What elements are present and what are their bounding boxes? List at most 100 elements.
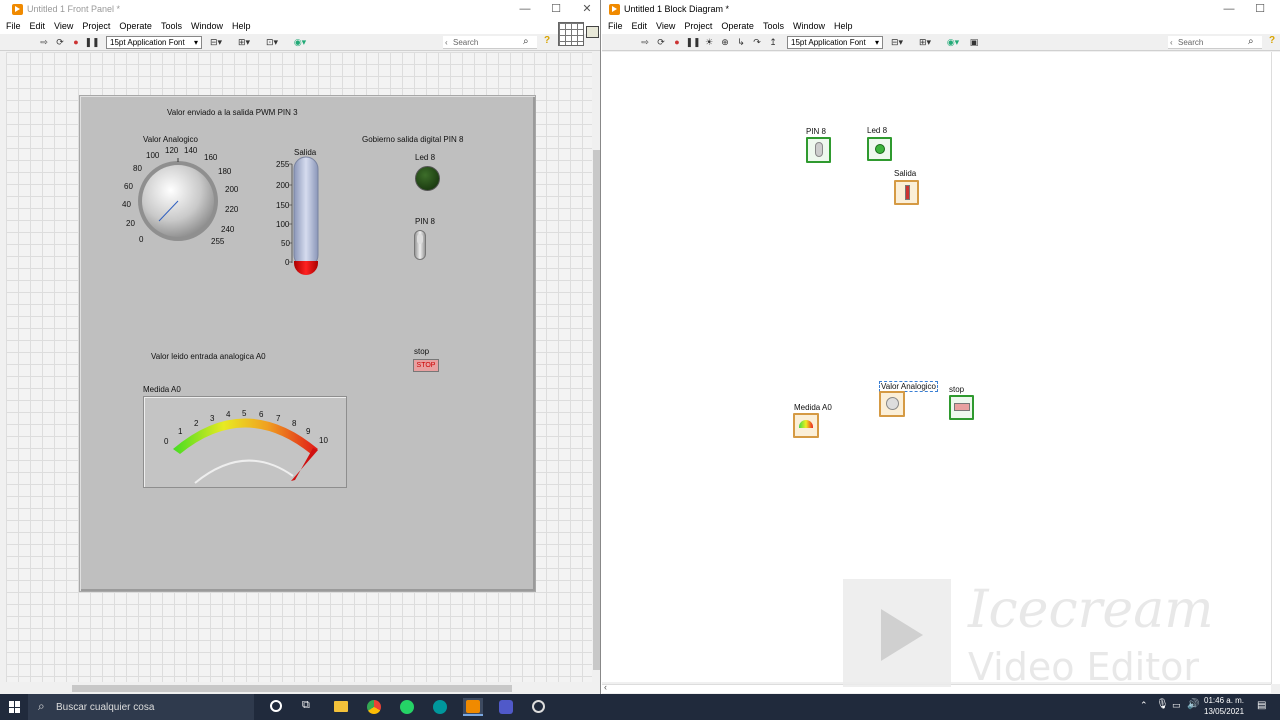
labview-taskbar-button[interactable] bbox=[463, 698, 483, 716]
meter-tick: 3 bbox=[210, 414, 215, 423]
network-icon[interactable]: ▭ bbox=[1172, 700, 1181, 711]
menu-window[interactable]: Window bbox=[191, 21, 223, 31]
maximize-icon[interactable]: ☐ bbox=[1245, 0, 1275, 18]
connector-pane-icon[interactable] bbox=[558, 22, 584, 46]
search-icon[interactable]: ⌕ bbox=[1248, 36, 1254, 47]
led8-terminal[interactable] bbox=[867, 137, 892, 161]
font-select[interactable]: 15pt Application Font ▾ bbox=[787, 35, 883, 49]
knob-tick: 140 bbox=[184, 146, 198, 155]
stop-button[interactable]: STOP bbox=[413, 359, 439, 372]
run-continuously-icon[interactable]: ⟳ bbox=[54, 36, 66, 48]
menu-view[interactable]: View bbox=[54, 21, 73, 31]
front-panel-titlebar: Untitled 1 Front Panel * — ☐ ✕ bbox=[0, 0, 600, 18]
menu-edit[interactable]: Edit bbox=[30, 21, 46, 31]
task-view-icon[interactable]: ⧉ bbox=[302, 699, 310, 712]
run-continuously-icon[interactable]: ⟳ bbox=[655, 36, 667, 48]
play-icon bbox=[881, 609, 923, 661]
microphone-icon[interactable]: 🎙 bbox=[1156, 699, 1169, 710]
taskbar-search-box[interactable]: ⌕ Buscar cualquier cosa bbox=[28, 694, 254, 720]
menu-project[interactable]: Project bbox=[82, 21, 110, 31]
whatsapp-icon[interactable] bbox=[400, 700, 414, 714]
notification-icon[interactable]: ▤ bbox=[1257, 700, 1266, 711]
knob-tick: 60 bbox=[124, 182, 133, 191]
windows-start-icon[interactable] bbox=[9, 701, 21, 713]
maximize-icon[interactable]: ☐ bbox=[541, 0, 571, 18]
app-icon[interactable] bbox=[532, 700, 545, 713]
block-diagram-title: Untitled 1 Block Diagram * bbox=[624, 4, 730, 14]
distribute-objects-icon[interactable]: ⊞▾ bbox=[915, 36, 935, 48]
reorder-icon[interactable]: ◉▾ bbox=[943, 36, 963, 48]
block-diagram-menubar: File Edit View Project Operate Tools Win… bbox=[602, 18, 1280, 34]
meter-label: Medida A0 bbox=[143, 385, 181, 394]
toggle-switch[interactable] bbox=[414, 230, 426, 260]
taskbar-time[interactable]: 01:46 a. m. bbox=[1204, 696, 1244, 705]
clean-up-diagram-icon[interactable]: ▣ bbox=[967, 36, 981, 48]
retain-wire-values-icon[interactable]: ⊕ bbox=[719, 36, 731, 48]
align-objects-icon[interactable]: ⊟▾ bbox=[206, 36, 226, 48]
align-objects-icon[interactable]: ⊟▾ bbox=[887, 36, 907, 48]
meter-tick: 2 bbox=[194, 419, 199, 428]
step-out-icon[interactable]: ↥ bbox=[767, 36, 779, 48]
vi-icon[interactable] bbox=[586, 26, 599, 38]
menu-tools[interactable]: Tools bbox=[161, 21, 182, 31]
help-icon[interactable]: ? bbox=[1269, 35, 1275, 46]
horizontal-scrollbar[interactable] bbox=[6, 684, 592, 693]
salida-terminal[interactable] bbox=[894, 180, 919, 205]
medida-a0-terminal[interactable] bbox=[793, 413, 819, 438]
scroll-left-icon[interactable]: ‹ bbox=[604, 682, 607, 692]
menu-view[interactable]: View bbox=[656, 21, 675, 31]
resize-objects-icon[interactable]: ⊡▾ bbox=[262, 36, 282, 48]
taskbar-search-text: Buscar cualquier cosa bbox=[56, 702, 155, 713]
pause-icon[interactable]: ❚❚ bbox=[685, 36, 700, 48]
meter-tick: 5 bbox=[242, 409, 247, 418]
pin8-terminal[interactable] bbox=[806, 137, 831, 163]
meter-tick: 7 bbox=[276, 414, 281, 423]
abort-icon[interactable]: ● bbox=[671, 36, 683, 48]
teams-icon[interactable] bbox=[499, 700, 513, 714]
search-icon[interactable]: ⌕ bbox=[523, 36, 529, 47]
menu-operate[interactable]: Operate bbox=[721, 21, 754, 31]
switch-label: PIN 8 bbox=[415, 217, 436, 226]
pin8-terminal-label: PIN 8 bbox=[806, 127, 827, 136]
close-icon[interactable]: ✕ bbox=[572, 0, 600, 18]
menu-file[interactable]: File bbox=[6, 21, 21, 31]
vertical-scrollbar[interactable] bbox=[1271, 52, 1280, 684]
font-select[interactable]: 15pt Application Font ▾ bbox=[106, 35, 202, 49]
arduino-icon[interactable] bbox=[433, 700, 447, 714]
run-arrow-icon[interactable]: ⇨ bbox=[639, 36, 651, 48]
chrome-icon[interactable] bbox=[367, 700, 381, 714]
pause-icon[interactable]: ❚❚ bbox=[84, 36, 99, 48]
front-panel-title: Untitled 1 Front Panel * bbox=[27, 4, 121, 14]
meter-tick: 1 bbox=[178, 427, 183, 436]
abort-icon[interactable]: ● bbox=[70, 36, 82, 48]
knob-tick: 120 bbox=[165, 146, 179, 155]
menu-help[interactable]: Help bbox=[834, 21, 853, 31]
valor-analogico-terminal[interactable] bbox=[879, 391, 905, 417]
knob-tick: 160 bbox=[204, 153, 218, 162]
minimize-icon[interactable]: — bbox=[510, 0, 540, 18]
menu-project[interactable]: Project bbox=[684, 21, 712, 31]
menu-edit[interactable]: Edit bbox=[632, 21, 648, 31]
menu-window[interactable]: Window bbox=[793, 21, 825, 31]
menu-file[interactable]: File bbox=[608, 21, 623, 31]
menu-help[interactable]: Help bbox=[232, 21, 251, 31]
taskbar-date[interactable]: 13/05/2021 bbox=[1204, 707, 1244, 716]
menu-tools[interactable]: Tools bbox=[763, 21, 784, 31]
volume-icon[interactable]: 🔊 bbox=[1187, 699, 1199, 710]
stop-label: stop bbox=[414, 347, 430, 356]
cortana-icon[interactable] bbox=[270, 700, 282, 712]
vertical-scrollbar[interactable] bbox=[592, 52, 600, 684]
minimize-icon[interactable]: — bbox=[1214, 0, 1244, 18]
menu-operate[interactable]: Operate bbox=[119, 21, 152, 31]
reorder-icon[interactable]: ◉▾ bbox=[290, 36, 310, 48]
step-over-icon[interactable]: ↷ bbox=[751, 36, 763, 48]
stop-terminal[interactable] bbox=[949, 395, 974, 420]
step-into-icon[interactable]: ↳ bbox=[735, 36, 747, 48]
help-icon[interactable]: ? bbox=[544, 35, 550, 46]
distribute-objects-icon[interactable]: ⊞▾ bbox=[234, 36, 254, 48]
stop-button-text: STOP bbox=[416, 362, 436, 369]
chevron-up-icon[interactable]: ⌃ bbox=[1140, 700, 1148, 711]
file-explorer-icon[interactable] bbox=[334, 701, 348, 712]
run-arrow-icon[interactable]: ⇨ bbox=[38, 36, 50, 48]
highlight-execution-icon[interactable]: ☀ bbox=[703, 36, 715, 48]
